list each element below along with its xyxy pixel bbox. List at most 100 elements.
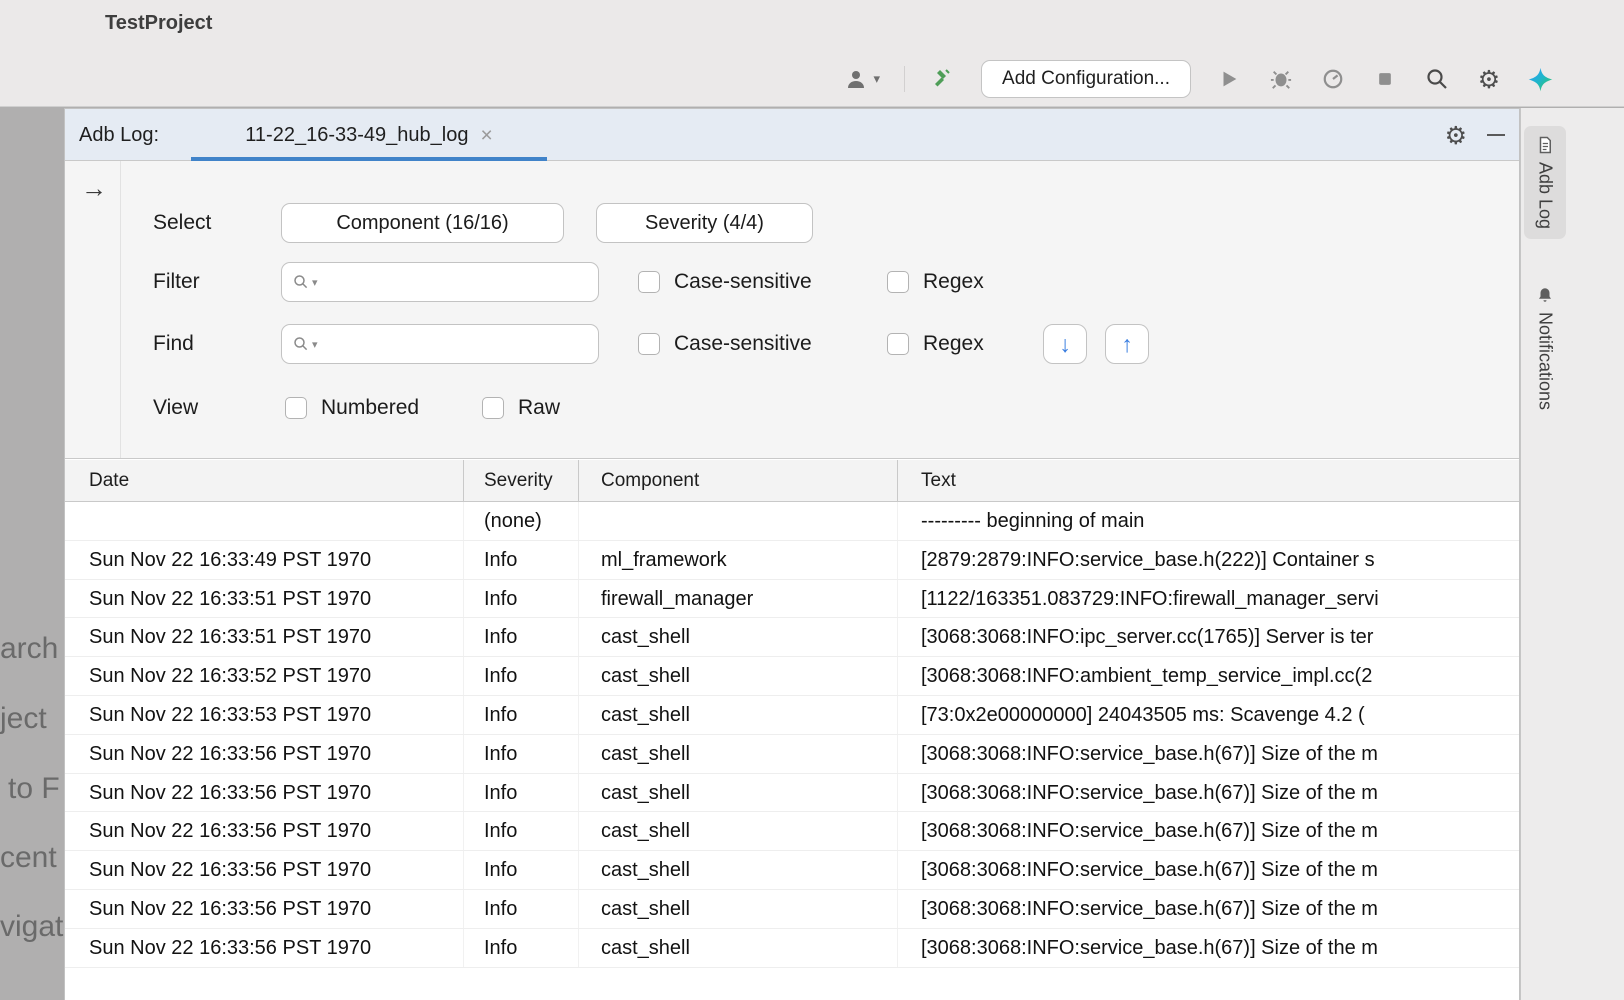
cell-component: cast_shell <box>579 774 898 812</box>
cell-component: cast_shell <box>579 696 898 734</box>
table-row[interactable]: (none) --------- beginning of main <box>65 502 1519 541</box>
profiler-icon[interactable] <box>1319 65 1347 93</box>
user-icon <box>842 65 870 93</box>
cell-date: Sun Nov 22 16:33:56 PST 1970 <box>65 735 464 773</box>
component-filter-button[interactable]: Component (16/16) <box>281 203 564 243</box>
cell-component: cast_shell <box>579 812 898 850</box>
cell-component: ml_framework <box>579 541 898 579</box>
find-regex-checkbox[interactable]: Regex <box>887 324 984 364</box>
column-header-severity[interactable]: Severity <box>464 460 579 501</box>
collapse-arrow-icon[interactable]: → <box>81 175 107 201</box>
screen: TestProject ▾ Add Configuration... <box>0 0 1624 1000</box>
severity-filter-button[interactable]: Severity (4/4) <box>596 203 813 243</box>
find-previous-button[interactable]: ↑ <box>1105 324 1149 364</box>
chevron-down-icon: ▾ <box>312 276 318 289</box>
log-file-tab-title: 11-22_16-33-49_hub_log <box>245 124 468 147</box>
log-file-tab[interactable]: 11-22_16-33-49_hub_log × <box>191 109 547 161</box>
background-text-fragment: arch <box>0 632 58 666</box>
cell-severity: Info <box>464 890 579 928</box>
log-table-body: (none) --------- beginning of main Sun N… <box>65 502 1519 968</box>
table-row[interactable]: Sun Nov 22 16:33:52 PST 1970 Info cast_s… <box>65 657 1519 696</box>
table-row[interactable]: Sun Nov 22 16:33:51 PST 1970 Info cast_s… <box>65 618 1519 657</box>
column-header-date[interactable]: Date <box>65 460 464 501</box>
cell-severity: Info <box>464 657 579 695</box>
view-label: View <box>153 388 198 428</box>
toolwindow-tab-adb-log[interactable]: Adb Log <box>1524 126 1566 239</box>
filter-regex-checkbox[interactable]: Regex <box>887 262 984 302</box>
cell-severity: Info <box>464 812 579 850</box>
view-raw-checkbox[interactable]: Raw <box>482 388 560 428</box>
main-toolbar: ▾ Add Configuration... <box>842 58 1554 100</box>
column-header-component[interactable]: Component <box>579 460 898 501</box>
titlebar: TestProject ▾ Add Configuration... <box>0 0 1624 107</box>
background-text-fragment: cent <box>0 841 57 875</box>
filter-input[interactable] <box>320 271 588 294</box>
search-everywhere-icon[interactable] <box>1423 65 1451 93</box>
cell-severity: Info <box>464 618 579 656</box>
cell-date: Sun Nov 22 16:33:53 PST 1970 <box>65 696 464 734</box>
close-icon[interactable]: × <box>480 125 492 146</box>
table-row[interactable]: Sun Nov 22 16:33:56 PST 1970 Info cast_s… <box>65 774 1519 813</box>
cell-severity: Info <box>464 735 579 773</box>
adb-log-toolwindow: Adb Log: 11-22_16-33-49_hub_log × ⚙ → Se… <box>64 108 1520 1000</box>
debug-icon[interactable] <box>1267 65 1295 93</box>
filter-search-box[interactable]: ▾ <box>281 262 599 302</box>
cell-text: [3068:3068:INFO:service_base.h(67)] Size… <box>898 890 1519 928</box>
checkbox-icon <box>887 333 909 355</box>
checkbox-icon <box>638 271 660 293</box>
cell-text: [2879:2879:INFO:service_base.h(222)] Con… <box>898 541 1519 579</box>
add-configuration-button[interactable]: Add Configuration... <box>981 60 1191 98</box>
user-profile-button[interactable]: ▾ <box>842 65 881 93</box>
cell-component: cast_shell <box>579 890 898 928</box>
cell-date: Sun Nov 22 16:33:51 PST 1970 <box>65 580 464 618</box>
cell-date: Sun Nov 22 16:33:56 PST 1970 <box>65 812 464 850</box>
cell-severity: Info <box>464 696 579 734</box>
cell-text: [1122/163351.083729:INFO:firewall_manage… <box>898 580 1519 618</box>
table-row[interactable]: Sun Nov 22 16:33:51 PST 1970 Info firewa… <box>65 580 1519 619</box>
find-case-sensitive-checkbox[interactable]: Case-sensitive <box>638 324 812 364</box>
table-row[interactable]: Sun Nov 22 16:33:56 PST 1970 Info cast_s… <box>65 812 1519 851</box>
cell-component <box>579 502 898 540</box>
toolwindow-tab-notifications[interactable]: Notifications <box>1524 276 1566 420</box>
cell-date: Sun Nov 22 16:33:51 PST 1970 <box>65 618 464 656</box>
checkbox-icon <box>887 271 909 293</box>
stop-icon[interactable] <box>1371 65 1399 93</box>
table-row[interactable]: Sun Nov 22 16:33:49 PST 1970 Info ml_fra… <box>65 541 1519 580</box>
panel-settings-button[interactable]: ⚙ <box>1445 109 1467 161</box>
find-next-button[interactable]: ↓ <box>1043 324 1087 364</box>
toolbar-divider <box>904 66 905 92</box>
bell-icon <box>1536 286 1554 304</box>
build-hammer-icon[interactable] <box>929 65 957 93</box>
view-numbered-checkbox[interactable]: Numbered <box>285 388 419 428</box>
document-icon <box>1536 136 1554 154</box>
table-row[interactable]: Sun Nov 22 16:33:56 PST 1970 Info cast_s… <box>65 851 1519 890</box>
column-header-text[interactable]: Text <box>898 460 1519 501</box>
table-row[interactable]: Sun Nov 22 16:33:56 PST 1970 Info cast_s… <box>65 735 1519 774</box>
toolwindow-tab-label: Notifications <box>1535 312 1556 410</box>
cell-text: [3068:3068:INFO:service_base.h(67)] Size… <box>898 851 1519 889</box>
cell-text: [3068:3068:INFO:service_base.h(67)] Size… <box>898 735 1519 773</box>
run-icon[interactable] <box>1215 65 1243 93</box>
table-row[interactable]: Sun Nov 22 16:33:56 PST 1970 Info cast_s… <box>65 890 1519 929</box>
cell-text: [3068:3068:INFO:service_base.h(67)] Size… <box>898 774 1519 812</box>
table-row[interactable]: Sun Nov 22 16:33:56 PST 1970 Info cast_s… <box>65 929 1519 968</box>
checkbox-icon <box>638 333 660 355</box>
cell-date: Sun Nov 22 16:33:56 PST 1970 <box>65 890 464 928</box>
filter-case-sensitive-checkbox[interactable]: Case-sensitive <box>638 262 812 302</box>
find-label: Find <box>153 324 194 364</box>
cell-component: cast_shell <box>579 851 898 889</box>
cell-component: firewall_manager <box>579 580 898 618</box>
table-row[interactable]: Sun Nov 22 16:33:53 PST 1970 Info cast_s… <box>65 696 1519 735</box>
ai-assistant-icon[interactable] <box>1527 66 1554 93</box>
cell-text: [73:0x2e00000000] 24043505 ms: Scavenge … <box>898 696 1519 734</box>
window-title: TestProject <box>105 12 212 35</box>
background-text-fragment: ject <box>0 702 47 736</box>
log-table-header: Date Severity Component Text <box>65 460 1519 502</box>
settings-gear-icon[interactable]: ⚙ <box>1475 65 1503 93</box>
minimize-button[interactable] <box>1487 109 1505 161</box>
cell-component: cast_shell <box>579 735 898 773</box>
search-icon <box>292 273 310 291</box>
arrow-up-icon: ↑ <box>1121 331 1133 357</box>
find-search-box[interactable]: ▾ <box>281 324 599 364</box>
find-input[interactable] <box>320 333 588 356</box>
